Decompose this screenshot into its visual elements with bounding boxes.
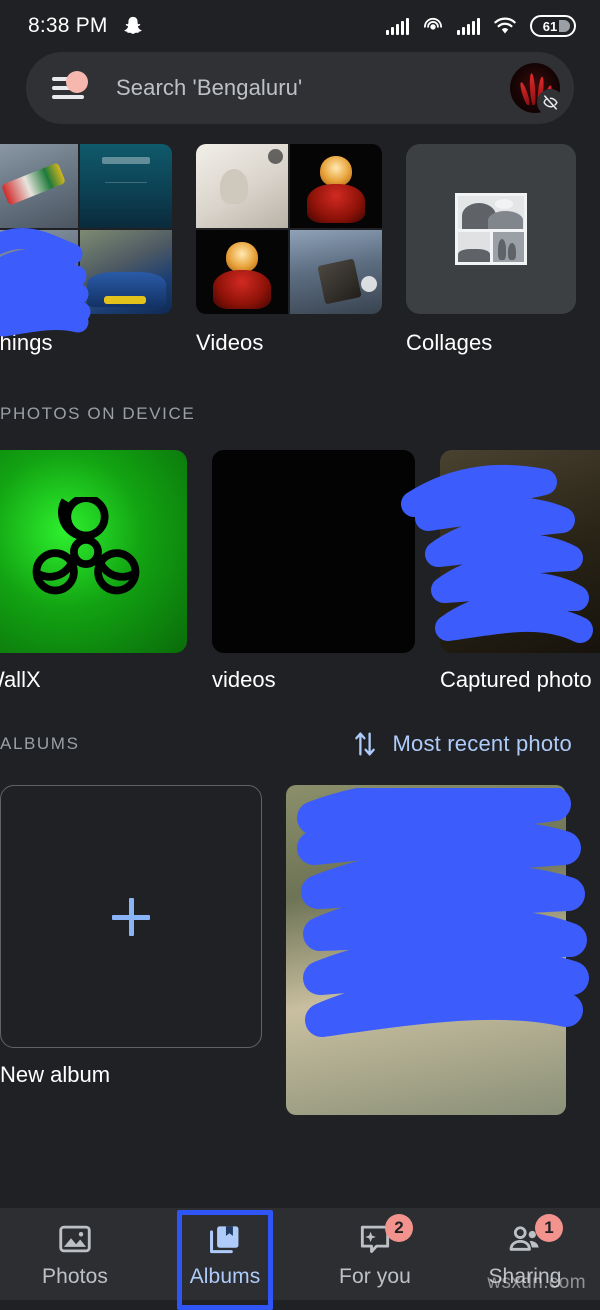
category-label: Things [0,330,53,355]
status-bar-left: 8:38 PM [28,14,144,38]
folder-thumbnail [212,450,415,653]
album-card[interactable] [286,785,566,1115]
watermark: wsxdn.com [487,1272,586,1293]
eye-off-icon [537,89,564,116]
thumbnail [290,144,382,228]
collages-placeholder [406,144,576,314]
album-sort-control[interactable]: Most recent photo [351,729,573,759]
folder-thumbnail [440,450,600,653]
thumbnail [196,230,288,314]
device-folder-wallx[interactable]: WallX [0,450,187,693]
status-bar: 8:38 PM 61 [0,0,600,52]
nav-tab-albums[interactable]: Albums [150,1209,300,1310]
status-time: 8:38 PM [28,14,108,37]
nav-tab-for-you[interactable]: 2 For you [300,1213,450,1289]
hamburger-menu-icon[interactable] [52,71,88,101]
category-label: Videos [196,330,264,355]
plus-icon [112,897,150,936]
hotspot-icon [424,17,442,30]
thumbnail [80,144,172,228]
category-card-things[interactable]: Things [0,144,172,356]
albums-section-header: ALBUMS Most recent photo [0,729,600,759]
status-bar-right: 61 [386,15,576,37]
sort-label: Most recent photo [392,731,572,756]
folder-label: videos [212,667,276,692]
thumbnail [196,144,288,228]
nav-label: Photos [42,1264,108,1288]
menu-notification-dot [66,71,88,93]
thumbnail [80,230,172,314]
folder-label: Captured photo [440,667,592,692]
category-thumbnail-grid [0,144,172,314]
category-thumbnail-grid [196,144,382,314]
device-folder-videos[interactable]: videos [212,450,415,693]
bottom-navigation: Photos Albums 2 For you 1 Sharing wsxdn.… [0,1208,600,1310]
new-album-card[interactable]: New album [0,785,262,1115]
search-input[interactable]: Search 'Bengaluru' [116,75,302,101]
folder-label: WallX [0,667,41,692]
category-card-collages[interactable]: Collages [406,144,576,356]
nav-badge: 2 [385,1213,413,1242]
album-thumbnail [286,785,566,1115]
nav-label: For you [339,1264,411,1288]
search-bar[interactable]: Search 'Bengaluru' [26,52,574,124]
photos-on-device-header: PHOTOS ON DEVICE [0,404,196,423]
new-album-label: New album [0,1062,111,1087]
play-badge-icon [361,276,377,292]
sort-arrows-icon [354,732,375,756]
folder-thumbnail [0,450,187,653]
category-label: Collages [406,330,493,355]
photos-on-device-row: WallX videos Captured photo [0,450,600,693]
albums-icon [206,1220,244,1258]
avatar[interactable] [510,63,564,116]
video-badge-icon [268,149,283,164]
signal-bars-icon-2 [457,17,480,35]
search-bar-container: Search 'Bengaluru' [0,52,600,124]
battery-level: 61 [542,18,558,34]
device-folder-captured-photo[interactable]: Captured photo [440,450,600,693]
thumbnail [0,230,78,314]
biohazard-icon [32,496,139,594]
battery-icon: 61 [530,15,576,37]
wifi-icon [494,17,516,34]
category-cards: Things Videos Collages [0,124,600,356]
collage-placeholder-icon [455,193,527,265]
category-card-videos[interactable]: Videos [196,144,382,356]
albums-header: ALBUMS [0,734,80,753]
signal-bars-icon [386,17,409,35]
photo-icon [56,1220,94,1258]
thumbnail [290,230,382,314]
nav-tab-photos[interactable]: Photos [0,1220,150,1289]
albums-row: New album [0,785,600,1115]
nav-badge: 1 [535,1213,563,1242]
thumbnail [0,144,78,228]
new-album-tile[interactable] [0,785,262,1048]
snapchat-ghost-icon [124,16,142,34]
